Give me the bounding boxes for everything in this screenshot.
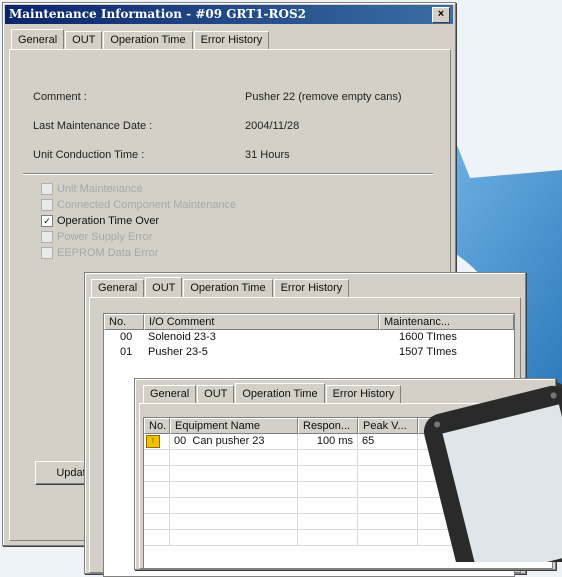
column-header[interactable]: Equipment Name bbox=[170, 418, 298, 434]
tab-operation-time[interactable]: Operation Time bbox=[103, 31, 193, 49]
table-row[interactable] bbox=[144, 450, 552, 466]
tab-general[interactable]: General bbox=[91, 279, 145, 297]
tab-operation-time[interactable]: Operation Time bbox=[235, 383, 325, 403]
column-header[interactable]: Respon... bbox=[298, 418, 358, 434]
column-header[interactable]: No. bbox=[144, 418, 170, 434]
column-header[interactable] bbox=[418, 418, 478, 434]
table-row[interactable]: 01 Pusher 23-5 1507 TImes bbox=[104, 345, 514, 360]
eeprom-error-checkbox[interactable]: EEPROM Data Error bbox=[41, 247, 158, 259]
column-header[interactable]: Peak V... bbox=[358, 418, 418, 434]
divider bbox=[23, 173, 433, 175]
column-header[interactable]: No. bbox=[104, 314, 144, 330]
operation-time-window: General OUT Operation Time Error History… bbox=[134, 378, 556, 570]
connected-component-checkbox[interactable]: Connected Component Maintenance bbox=[41, 199, 236, 211]
conduction-time-value: 31 Hours bbox=[245, 149, 290, 161]
column-header[interactable]: Maintenanc... bbox=[379, 314, 514, 330]
tab-general[interactable]: General bbox=[143, 385, 197, 403]
conduction-time-label: Unit Conduction Time : bbox=[33, 149, 145, 161]
comment-label: Comment : bbox=[33, 91, 87, 103]
power-supply-error-checkbox[interactable]: Power Supply Error bbox=[41, 231, 152, 243]
table-row[interactable] bbox=[144, 498, 552, 514]
tab-out[interactable]: OUT bbox=[197, 385, 235, 403]
table-row[interactable]: ! 00 Can pusher 23 100 ms 65 bbox=[144, 434, 552, 450]
window-title: Maintenance Information - #09 GRT1-ROS2 bbox=[5, 5, 453, 24]
column-header[interactable]: I/O Comment bbox=[144, 314, 379, 330]
table-row[interactable] bbox=[144, 530, 552, 546]
table-row[interactable] bbox=[144, 466, 552, 482]
tab-error-history[interactable]: Error History bbox=[273, 279, 350, 297]
tab-out[interactable]: OUT bbox=[145, 277, 183, 297]
comment-value: Pusher 22 (remove empty cans) bbox=[245, 91, 402, 103]
close-button[interactable]: × bbox=[432, 7, 450, 23]
last-maintenance-value: 2004/11/28 bbox=[245, 120, 300, 132]
unit-maintenance-checkbox[interactable]: Unit Maintenance bbox=[41, 183, 143, 195]
equipment-list[interactable]: No. Equipment Name Respon... Peak V... !… bbox=[143, 417, 553, 569]
tab-error-history[interactable]: Error History bbox=[325, 385, 402, 403]
warning-icon: ! bbox=[146, 434, 160, 448]
checkmark-icon: ✓ bbox=[41, 215, 53, 227]
tab-operation-time[interactable]: Operation Time bbox=[183, 279, 273, 297]
tab-error-history[interactable]: Error History bbox=[193, 31, 270, 49]
last-maintenance-label: Last Maintenance Date : bbox=[33, 120, 153, 132]
table-row[interactable] bbox=[144, 514, 552, 530]
table-row[interactable]: 00 Solenoid 23-3 1600 TImes bbox=[104, 330, 514, 345]
operation-time-over-checkbox[interactable]: ✓ Operation Time Over bbox=[41, 215, 159, 227]
table-row[interactable] bbox=[144, 482, 552, 498]
tab-general[interactable]: General bbox=[11, 29, 65, 49]
tab-out[interactable]: OUT bbox=[65, 31, 103, 49]
